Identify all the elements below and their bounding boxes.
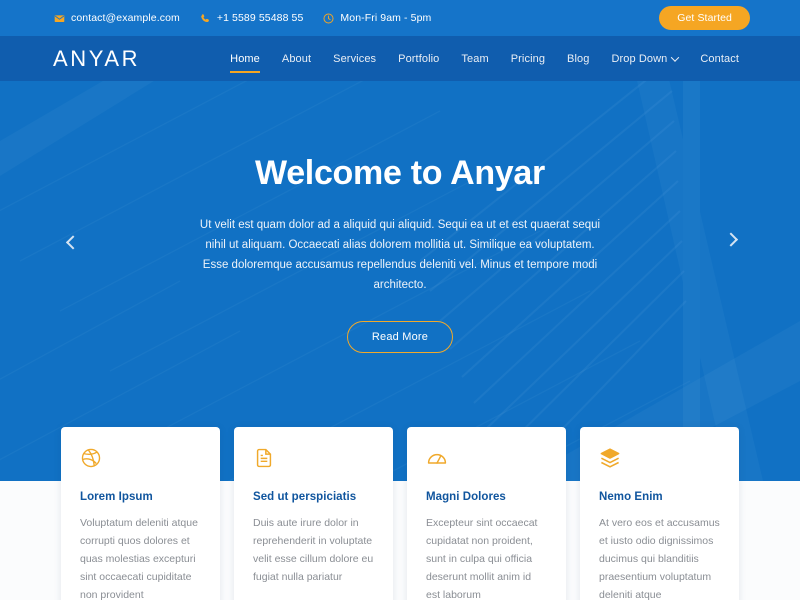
nav-item-portfolio[interactable]: Portfolio [387, 48, 450, 70]
hero-title: Welcome to Anyar [255, 154, 545, 192]
navbar-inner: ANYAR Home About Services Portfolio Team [50, 46, 750, 73]
nav-item-home-label: Home [230, 52, 260, 65]
gauge-icon [426, 445, 547, 471]
nav-item-drop-down-label: Drop Down [611, 52, 668, 65]
nav-item-drop-down[interactable]: Drop Down [600, 48, 689, 70]
site-logo[interactable]: ANYAR [50, 46, 140, 72]
nav-item-services[interactable]: Services [322, 48, 387, 70]
top-bar-inner: contact@example.com +1 5589 55488 55 Mon… [50, 6, 750, 30]
nav-item-about-label: About [281, 52, 312, 65]
feature-card-text: Excepteur sint occaecat cupidatat non pr… [426, 517, 538, 600]
contact-phone[interactable]: +1 5589 55488 55 [200, 12, 304, 24]
page-root: contact@example.com +1 5589 55488 55 Mon… [0, 0, 800, 600]
contact-hours: Mon-Fri 9am - 5pm [323, 12, 431, 24]
feature-card-title: Sed ut perspiciatis [253, 491, 357, 503]
nav-item-home[interactable]: Home [219, 48, 271, 73]
envelope-icon [54, 13, 65, 24]
feature-card-text: Voluptatum deleniti atque corrupti quos … [80, 517, 198, 600]
layers-icon [599, 445, 720, 471]
feature-card-title: Nemo Enim [599, 491, 663, 503]
chevron-right-icon [723, 232, 739, 247]
nav-item-services-label: Services [333, 52, 377, 65]
contact-email[interactable]: contact@example.com [54, 12, 180, 24]
hero-section: Welcome to Anyar Ut velit est quam dolor… [0, 81, 800, 481]
nav-item-pricing-label: Pricing [510, 52, 546, 65]
nav-item-team[interactable]: Team [450, 48, 499, 70]
nav-item-pricing[interactable]: Pricing [500, 48, 556, 70]
feature-card-title: Lorem Ipsum [80, 491, 153, 503]
get-started-button[interactable]: Get Started [659, 6, 750, 30]
nav-item-team-label: Team [461, 52, 489, 65]
chevron-down-icon [671, 52, 680, 62]
contact-info-group: contact@example.com +1 5589 55488 55 Mon… [50, 12, 431, 24]
nav-links: Home About Services Portfolio Team Prici… [219, 48, 750, 73]
feature-card[interactable]: Nemo Enim At vero eos et accusamus et iu… [580, 427, 739, 600]
feature-card[interactable]: Sed ut perspiciatis Duis aute irure dolo… [234, 427, 393, 600]
main-navigation-bar: ANYAR Home About Services Portfolio Team [0, 36, 800, 81]
contact-hours-text: Mon-Fri 9am - 5pm [340, 12, 432, 24]
chevron-left-icon [65, 235, 81, 250]
dribbble-icon [80, 445, 201, 471]
nav-item-portfolio-label: Portfolio [398, 52, 440, 65]
feature-card-text: At vero eos et accusamus et iusto odio d… [599, 517, 720, 600]
contact-email-text: contact@example.com [71, 12, 180, 24]
feature-card-title: Magni Dolores [426, 491, 506, 503]
phone-icon [200, 13, 211, 24]
clock-icon [323, 12, 334, 24]
file-text-icon [253, 445, 374, 471]
nav-item-contact-label: Contact [700, 52, 739, 65]
top-contact-bar: contact@example.com +1 5589 55488 55 Mon… [0, 0, 800, 36]
nav-item-blog[interactable]: Blog [556, 48, 600, 70]
feature-cards: Lorem Ipsum Voluptatum deleniti atque co… [0, 427, 800, 600]
feature-card-text: Duis aute irure dolor in reprehenderit i… [253, 517, 374, 584]
read-more-button[interactable]: Read More [346, 320, 454, 353]
hero-content: Welcome to Anyar Ut velit est quam dolor… [0, 81, 800, 481]
nav-item-contact[interactable]: Contact [689, 48, 750, 70]
carousel-next-button[interactable] [718, 228, 744, 254]
feature-card[interactable]: Magni Dolores Excepteur sint occaecat cu… [407, 427, 566, 600]
nav-item-blog-label: Blog [567, 52, 590, 65]
nav-item-about[interactable]: About [271, 48, 322, 70]
contact-phone-text: +1 5589 55488 55 [216, 12, 304, 24]
carousel-prev-button[interactable] [60, 228, 86, 254]
feature-card[interactable]: Lorem Ipsum Voluptatum deleniti atque co… [61, 427, 220, 600]
hero-paragraph: Ut velit est quam dolor ad a aliquid qui… [199, 219, 601, 292]
